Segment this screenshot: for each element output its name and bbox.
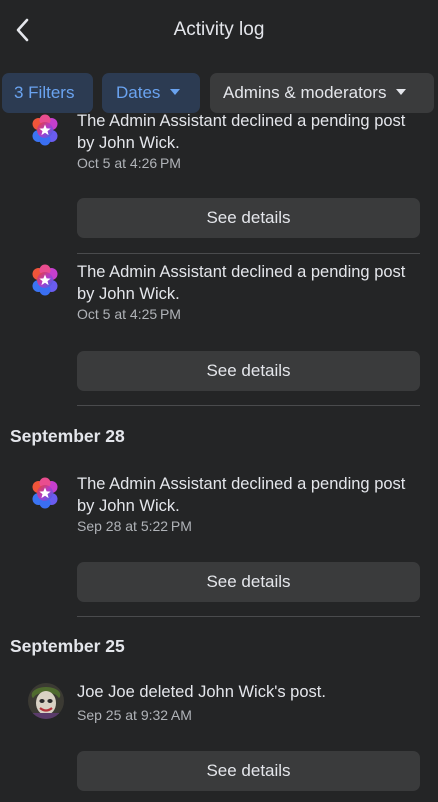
caret-down-icon [396,88,407,95]
caret-down-icon [170,88,181,95]
page-title: Activity log [173,19,265,40]
user-avatar[interactable] [28,683,64,719]
admin-assistant-icon [28,113,62,147]
entry-timestamp: Oct 5 at 4:26 PM [77,155,181,171]
entry-text: The Admin Assistant declined a pending p… [77,113,406,152]
see-details-button[interactable]: See details [77,351,420,391]
admin-assistant-icon [28,476,62,510]
divider [77,253,420,254]
entry-timestamp: Oct 5 at 4:25 PM [77,306,181,322]
entry-text: The Admin Assistant declined a pending p… [77,475,406,515]
see-details-button[interactable]: See details [77,751,420,791]
divider [77,405,420,406]
see-details-button[interactable]: See details [77,562,420,602]
top-bar: Activity log [0,0,438,62]
admins-moderators-dropdown[interactable]: Admins & moderators [210,73,434,113]
entry-text: Joe Joe deleted John Wick's post. [77,683,326,701]
filters-chip[interactable]: 3 Filters [2,73,93,113]
entry-text: The Admin Assistant declined a pending p… [77,263,406,303]
see-details-button[interactable]: See details [77,198,420,238]
divider [77,616,420,617]
entry-timestamp: Sep 25 at 9:32 AM [77,707,192,723]
section-header: September 28 [10,426,125,446]
activity-list[interactable]: The Admin Assistant declined a pending p… [0,113,438,802]
admins-dropdown-label: Admins & moderators [223,83,387,102]
entry-timestamp: Sep 28 at 5:22 PM [77,518,192,534]
filters-chip-label: 3 Filters [14,83,75,102]
filter-bar: 3 Filters Dates Admins & moderators [0,73,438,113]
dates-dropdown-label: Dates [116,83,161,102]
dates-dropdown[interactable]: Dates [102,73,200,113]
section-header: September 25 [10,636,125,656]
admin-assistant-icon [28,263,62,297]
